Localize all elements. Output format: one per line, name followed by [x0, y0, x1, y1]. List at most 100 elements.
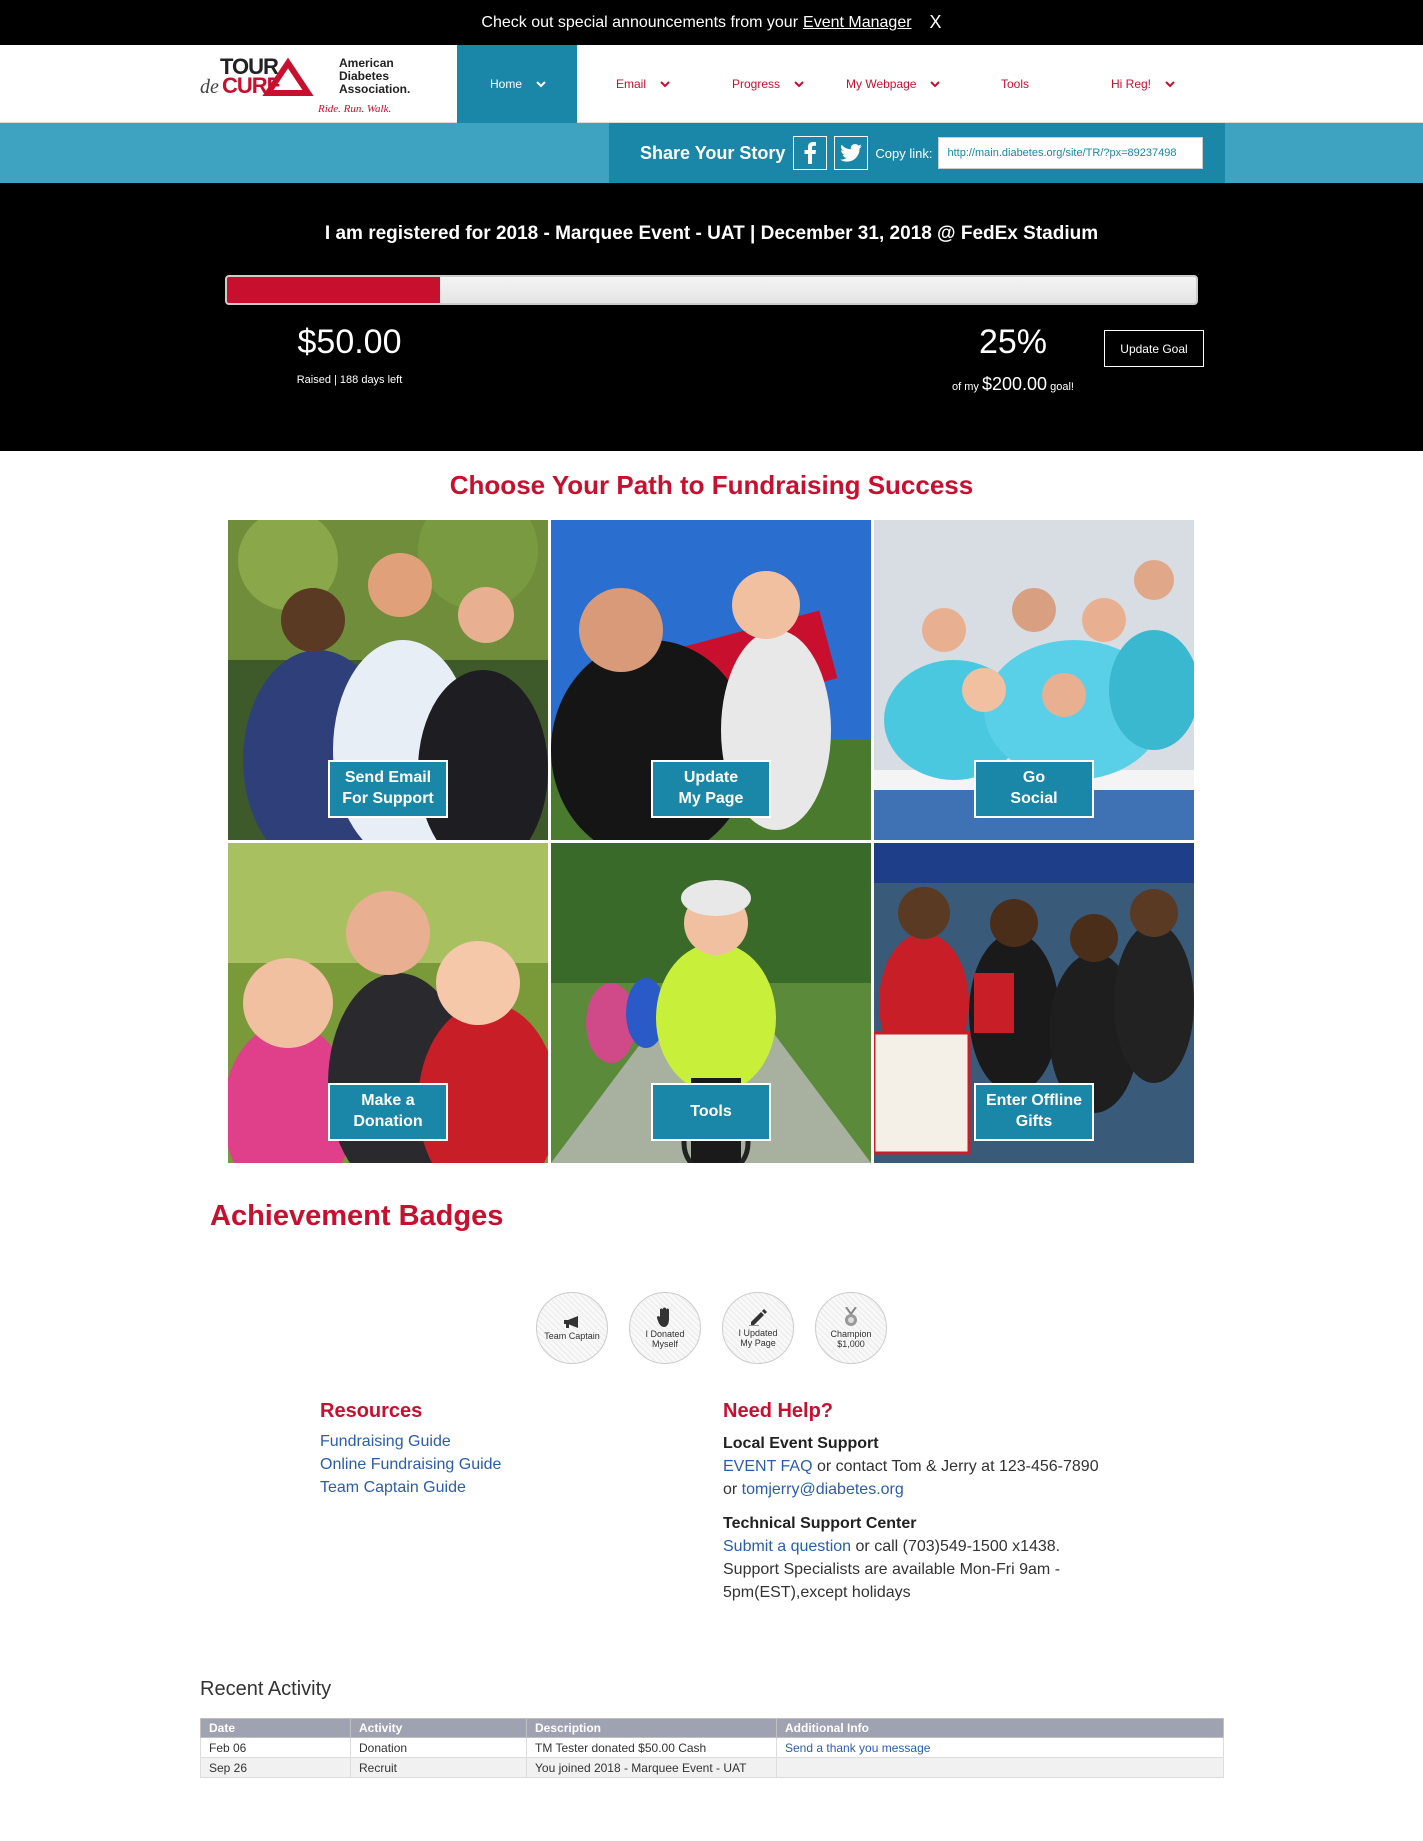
- go-social-line1: Go: [1022, 769, 1046, 787]
- tech-support-title: Technical Support Center: [723, 1515, 917, 1532]
- fundraising-progress-bar: [225, 275, 1198, 305]
- make-donation-line2: Donation: [353, 1113, 423, 1130]
- nav-progress[interactable]: Progress: [732, 45, 804, 123]
- event-manager-link[interactable]: Event Manager: [803, 14, 912, 32]
- row-activity: Recruit: [350, 1757, 527, 1778]
- call-text: or call (703)549-1500 x1438.: [851, 1538, 1061, 1555]
- or-text: or: [723, 1481, 742, 1498]
- table-header-row: Date Activity Description Additional Inf…: [200, 1718, 1224, 1738]
- tile-offline-gifts[interactable]: Enter Offline Gifts: [874, 843, 1194, 1163]
- raised-subtext: Raised | 188 days left: [296, 374, 403, 386]
- badge-donated-line2: Myself: [651, 1338, 678, 1349]
- contact-text: or contact Tom & Jerry at 123-456-7890: [812, 1458, 1099, 1475]
- need-help-title: Need Help?: [723, 1400, 834, 1422]
- event-faq-link[interactable]: EVENT FAQ: [723, 1458, 813, 1475]
- header-description: Description: [526, 1718, 777, 1738]
- header-activity: Activity: [350, 1718, 527, 1738]
- goal-percent: 25%: [978, 323, 1048, 361]
- go-social-button[interactable]: Go Social: [974, 760, 1094, 818]
- offline-gifts-line1: Enter Offline: [985, 1092, 1082, 1110]
- make-donation-line1: Make a: [361, 1092, 415, 1110]
- update-page-button[interactable]: Update My Page: [651, 760, 771, 818]
- send-email-line1: Send Email: [344, 769, 432, 787]
- team-captain-guide-link[interactable]: Team Captain Guide: [320, 1479, 466, 1497]
- goal-prefix: of my: [952, 381, 979, 393]
- tile-tools[interactable]: Tools: [551, 843, 871, 1163]
- row-additional-info: [776, 1757, 1224, 1778]
- row-description: TM Tester donated $50.00 Cash: [526, 1737, 777, 1758]
- close-announcement-button[interactable]: X: [930, 12, 942, 33]
- announcement-bar: Check out special announcements from you…: [0, 0, 1423, 45]
- tile-send-email[interactable]: Send Email For Support: [228, 520, 548, 840]
- badge-champion: Champion $1,000: [815, 1292, 887, 1364]
- nav-my-webpage[interactable]: My Webpage: [846, 45, 941, 123]
- tile-update-page[interactable]: Update My Page: [551, 520, 871, 840]
- logo-tagline: Ride. Run. Walk.: [317, 103, 391, 115]
- row-date: Feb 06: [200, 1737, 351, 1758]
- nav-my-webpage-label: My Webpage: [846, 77, 917, 91]
- logo-org-line1: American: [339, 56, 394, 70]
- nav-user-menu[interactable]: Hi Reg!: [1111, 45, 1175, 123]
- nav-home-label: Home: [490, 77, 523, 91]
- copy-link-input[interactable]: [938, 137, 1204, 169]
- go-social-line2: Social: [1010, 790, 1058, 807]
- chevron-down-icon: [1165, 81, 1175, 88]
- email-link[interactable]: tomjerry@diabetes.org: [742, 1481, 904, 1498]
- medal-icon: [845, 1306, 857, 1326]
- update-page-line2: My Page: [678, 790, 744, 807]
- send-thank-you-link[interactable]: Send a thank you message: [785, 1741, 930, 1755]
- share-bar: Share Your Story Copy link:: [0, 123, 1423, 183]
- badge-donated-myself: I Donated Myself: [629, 1292, 701, 1364]
- badge-champion-line2: $1,000: [837, 1338, 865, 1349]
- nav-tools-label: Tools: [1001, 77, 1030, 91]
- facebook-icon[interactable]: [793, 136, 828, 170]
- nav-email[interactable]: Email: [616, 45, 670, 123]
- badge-team-captain: Team Captain: [536, 1292, 608, 1364]
- registration-line: I am registered for 2018 - Marquee Event…: [324, 223, 1099, 244]
- offline-gifts-line2: Gifts: [1015, 1113, 1053, 1130]
- header-date: Date: [200, 1718, 351, 1738]
- resources-title: Resources: [320, 1400, 423, 1422]
- tour-de-cure-logo[interactable]: TOUR de CURE American Diabetes Associati…: [200, 51, 425, 117]
- online-fundraising-guide-link[interactable]: Online Fundraising Guide: [320, 1456, 501, 1474]
- copy-link-label: Copy link:: [875, 145, 933, 161]
- badge-updated-line2: My Page: [740, 1337, 776, 1348]
- progress-fill: [227, 277, 441, 303]
- twitter-icon[interactable]: [834, 136, 869, 170]
- local-support-contact: EVENT FAQ or contact Tom & Jerry at 123-…: [723, 1455, 1099, 1501]
- tile-make-donation[interactable]: Make a Donation: [228, 843, 548, 1163]
- send-email-button[interactable]: Send Email For Support: [328, 760, 448, 818]
- update-goal-button[interactable]: Update Goal: [1104, 330, 1204, 367]
- chevron-down-icon: [930, 81, 941, 88]
- pen-icon: [749, 1308, 767, 1326]
- row-description: You joined 2018 - Marquee Event - UAT: [526, 1757, 777, 1778]
- badge-team-captain-line1: Team Captain: [544, 1330, 600, 1341]
- badge-updated-page: I Updated My Page: [722, 1292, 794, 1364]
- goal-line: of my $200.00 goal!: [928, 374, 1098, 395]
- fundraising-guide-link[interactable]: Fundraising Guide: [320, 1433, 451, 1451]
- logo-org-line2: Diabetes: [339, 69, 389, 83]
- logo-org-line3: Association.: [339, 82, 410, 96]
- nav-progress-label: Progress: [732, 77, 781, 91]
- achievement-badges-title: Achievement Badges: [210, 1200, 504, 1232]
- nav-home[interactable]: Home: [457, 45, 577, 123]
- hours-line2: 5pm(EST),except holidays: [723, 1584, 911, 1601]
- goal-amount: $200.00: [981, 374, 1048, 394]
- submit-question-link[interactable]: Submit a question: [723, 1538, 851, 1555]
- share-panel: Share Your Story Copy link:: [609, 123, 1225, 183]
- send-email-line2: For Support: [342, 790, 434, 807]
- table-row: Sep 26 Recruit You joined 2018 - Marquee…: [200, 1757, 1224, 1778]
- offline-gifts-button[interactable]: Enter Offline Gifts: [974, 1083, 1094, 1141]
- local-support-title: Local Event Support: [723, 1435, 879, 1452]
- recent-activity-title: Recent Activity: [200, 1678, 332, 1700]
- megaphone-icon: [564, 1315, 578, 1328]
- logo-de-text: de: [200, 76, 219, 98]
- chevron-down-icon: [794, 81, 804, 88]
- tools-button[interactable]: Tools: [651, 1083, 771, 1141]
- make-donation-button[interactable]: Make a Donation: [328, 1083, 448, 1141]
- nav-user-label: Hi Reg!: [1111, 77, 1152, 91]
- nav-tools[interactable]: Tools: [1001, 45, 1029, 123]
- tile-go-social[interactable]: Go Social: [874, 520, 1194, 840]
- chevron-down-icon: [660, 81, 670, 88]
- row-activity: Donation: [350, 1737, 527, 1758]
